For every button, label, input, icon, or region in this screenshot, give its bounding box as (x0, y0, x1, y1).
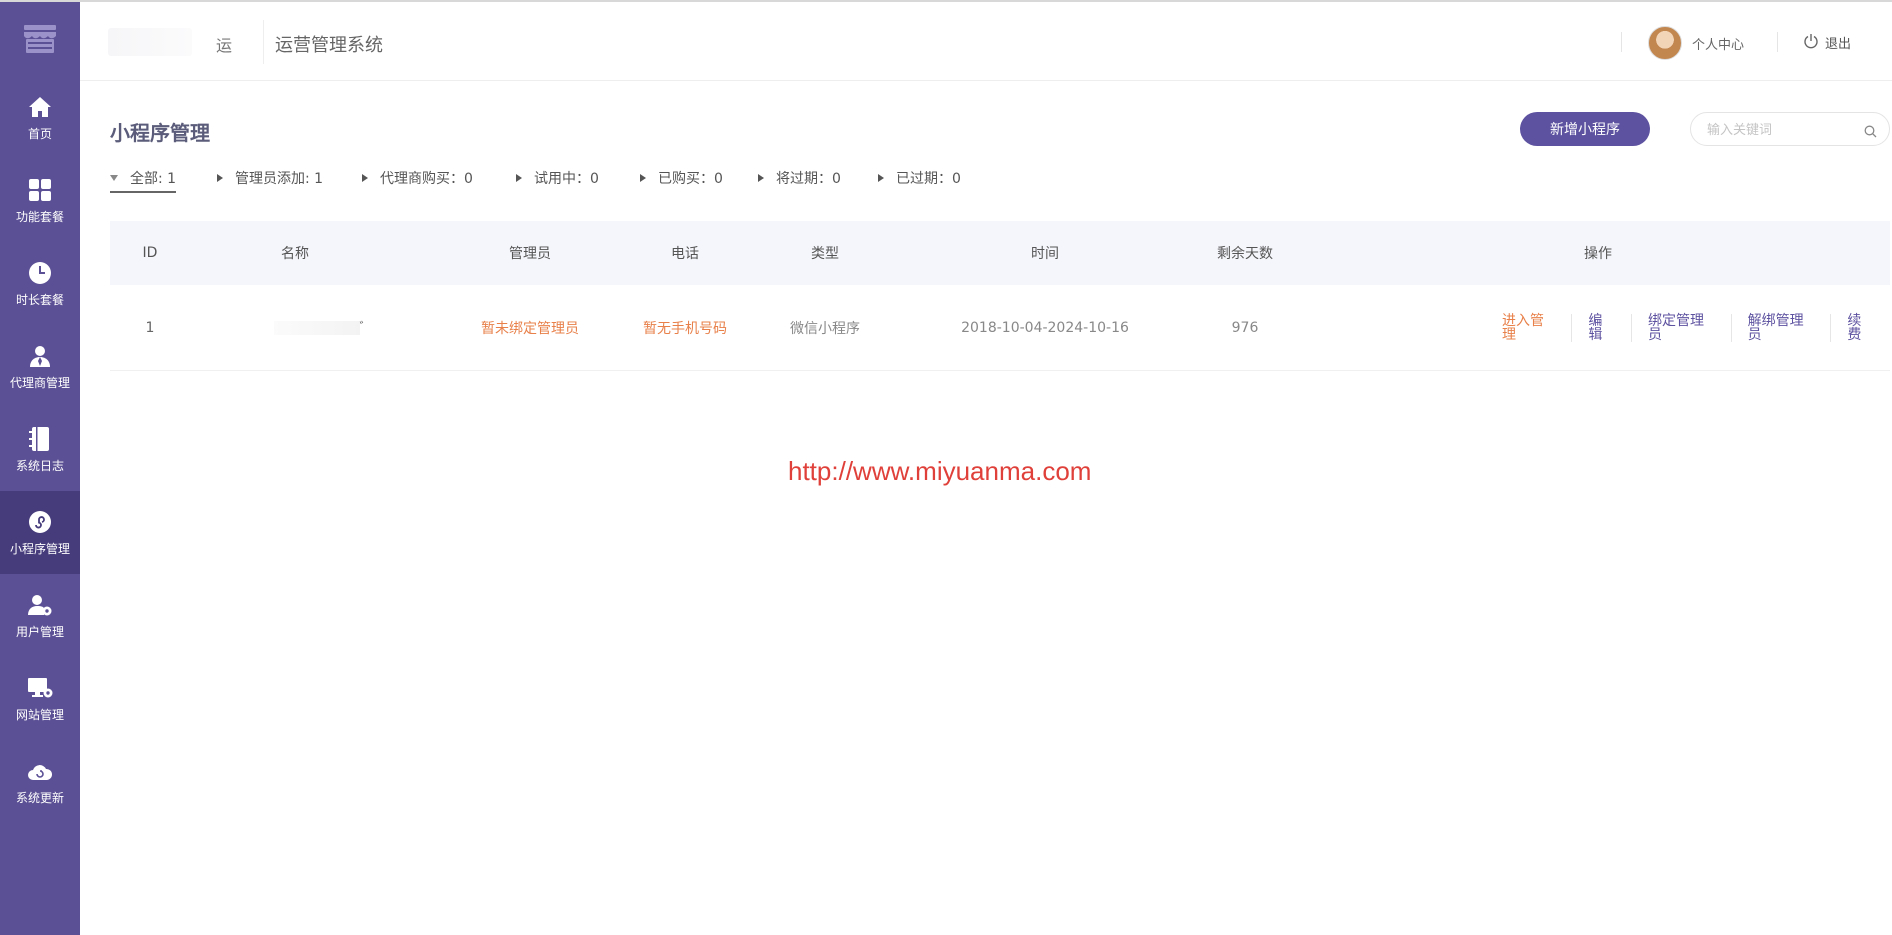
caret-right-icon (217, 174, 223, 182)
caret-right-icon (878, 174, 884, 182)
sidebar-item-agent-management[interactable]: 代理商管理 (0, 325, 80, 408)
divider (263, 20, 264, 64)
sidebar-item-duration-packages[interactable]: 时长套餐 (0, 242, 80, 325)
filter-purchased[interactable]: 已购买：0 (640, 168, 723, 188)
brand-logo-blurred (108, 28, 192, 56)
filter-admin-added[interactable]: 管理员添加: 1 (217, 168, 323, 188)
search-input[interactable] (1707, 121, 1857, 139)
sidebar-item-home[interactable]: 首页 (0, 76, 80, 159)
name-blurred (273, 320, 360, 335)
caret-right-icon (362, 174, 368, 182)
grid-icon (27, 177, 53, 203)
filter-label: 将过期：0 (776, 171, 841, 187)
sidebar: 首页 功能套餐 时长套餐 代理商管理 系统日志 小程序管理 用户管理 网站管理 … (0, 2, 80, 935)
sidebar-item-label: 系统更新 (15, 790, 64, 805)
filter-label: 已购买：0 (658, 171, 723, 187)
row-actions: 进入管理 编辑 绑定管理员 解绑管理员 续费 (1368, 285, 1890, 370)
sidebar-item-system-log[interactable]: 系统日志 (0, 408, 80, 491)
caret-right-icon (758, 174, 764, 182)
search-icon[interactable] (1864, 123, 1877, 142)
sidebar-item-feature-packages[interactable]: 功能套餐 (0, 159, 80, 242)
brand-glyph: 运 (216, 36, 233, 55)
filter-all[interactable]: 全部: 1 (110, 168, 177, 193)
monitor-settings-icon (27, 675, 53, 701)
avatar[interactable] (1648, 26, 1682, 60)
cell-phone: 暂无手机号码 (643, 320, 727, 337)
unbind-admin-link[interactable]: 解绑管理员 (1730, 313, 1831, 342)
add-miniprogram-button[interactable]: 新增小程序 (1520, 112, 1650, 146)
table-row: 1 ﾞ 暂未绑定管理员 暂无手机号码 微信小程序 2018-10-04-2024… (110, 285, 1890, 371)
sidebar-item-label: 代理商管理 (9, 375, 70, 390)
watermark-url: http://www.miyuanma.com (788, 456, 1092, 486)
filter-label: 管理员添加: 1 (235, 171, 324, 187)
column-header-type: 类型 (811, 246, 839, 262)
renew-link[interactable]: 续费 (1830, 313, 1890, 342)
home-icon (27, 94, 53, 120)
sidebar-item-label: 用户管理 (15, 624, 64, 639)
top-header: 运 运营管理系统 个人中心 退出 (80, 2, 1892, 81)
notebook-icon (27, 426, 53, 452)
search-box[interactable] (1690, 112, 1890, 146)
filter-label: 代理商购买：0 (380, 171, 473, 187)
sidebar-item-system-update[interactable]: 系统更新 (0, 740, 80, 823)
miniprogram-icon (27, 509, 53, 535)
sidebar-item-label: 系统日志 (15, 458, 64, 473)
column-header-phone: 电话 (671, 246, 699, 262)
column-header-name: 名称 (281, 246, 309, 262)
column-header-admin: 管理员 (509, 246, 551, 262)
sidebar-item-website-management[interactable]: 网站管理 (0, 657, 80, 740)
edit-link[interactable]: 编辑 (1571, 313, 1631, 342)
column-header-actions: 操作 (1584, 246, 1612, 262)
clock-icon (27, 260, 53, 286)
bind-admin-link[interactable]: 绑定管理员 (1631, 313, 1731, 342)
cell-days-left: 976 (1231, 319, 1259, 336)
cell-id: 1 (145, 319, 155, 336)
cell-type: 微信小程序 (790, 320, 860, 337)
agent-icon (27, 343, 53, 369)
filter-label: 全部: 1 (130, 171, 177, 187)
divider (1621, 32, 1622, 52)
logout-button[interactable]: 退出 (1825, 33, 1851, 52)
cloud-refresh-icon (27, 758, 53, 784)
personal-center-link[interactable]: 个人中心 (1692, 34, 1744, 53)
cell-name: ﾞ (260, 285, 380, 370)
filter-expiring[interactable]: 将过期：0 (758, 168, 841, 188)
enter-management-link[interactable]: 进入管理 (1486, 314, 1571, 342)
sidebar-item-label: 功能套餐 (15, 209, 64, 224)
cell-time: 2018-10-04-2024-10-16 (961, 319, 1129, 336)
filter-trial[interactable]: 试用中：0 (516, 168, 599, 188)
page-title: 小程序管理 (110, 121, 210, 145)
sidebar-item-label: 首页 (27, 126, 52, 141)
caret-right-icon (516, 174, 522, 182)
filter-agent-purchased[interactable]: 代理商购买：0 (362, 168, 473, 188)
store-icon (24, 25, 56, 53)
system-title: 运营管理系统 (275, 35, 383, 56)
sidebar-item-user-management[interactable]: 用户管理 (0, 574, 80, 657)
filter-label: 已过期：0 (896, 171, 961, 187)
caret-right-icon (640, 174, 646, 182)
column-header-days-left: 剩余天数 (1217, 246, 1273, 262)
name-suffix: ﾞ (359, 320, 367, 337)
miniprogram-table: ID 名称 管理员 电话 类型 时间 剩余天数 操作 1 ﾞ 暂未绑定管理员 暂… (110, 221, 1890, 371)
sidebar-item-label: 网站管理 (15, 707, 64, 722)
sidebar-item-label: 小程序管理 (9, 541, 70, 556)
column-header-time: 时间 (1031, 246, 1059, 262)
column-header-id: ID (142, 245, 158, 261)
user-settings-icon (27, 592, 53, 618)
power-icon[interactable] (1803, 33, 1819, 53)
logo[interactable] (0, 2, 80, 76)
sidebar-item-label: 时长套餐 (15, 292, 64, 307)
sidebar-item-miniprogram-management[interactable]: 小程序管理 (0, 491, 80, 574)
filter-expired[interactable]: 已过期：0 (878, 168, 961, 188)
table-header: ID 名称 管理员 电话 类型 时间 剩余天数 操作 (110, 221, 1890, 285)
cell-admin: 暂未绑定管理员 (481, 320, 579, 337)
divider (1777, 32, 1778, 52)
filter-label: 试用中：0 (534, 171, 599, 187)
caret-down-icon (110, 175, 118, 181)
